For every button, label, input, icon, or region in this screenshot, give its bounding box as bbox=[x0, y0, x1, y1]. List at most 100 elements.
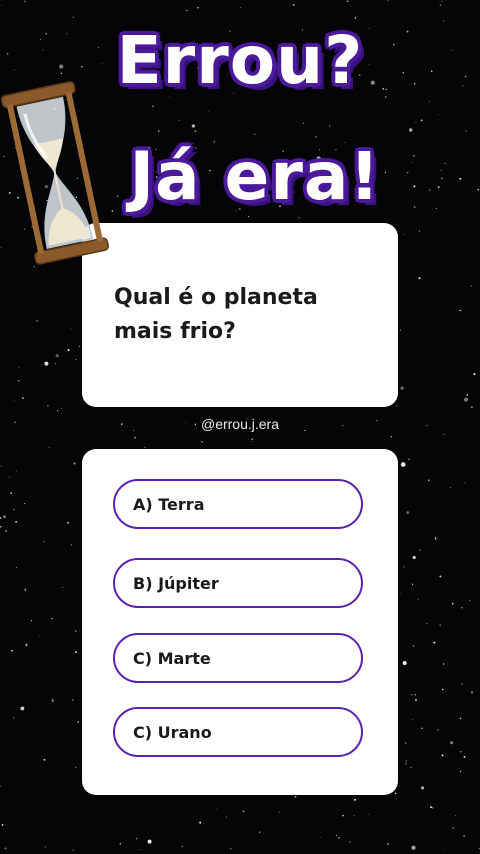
hourglass-icon bbox=[0, 81, 109, 265]
star bbox=[18, 379, 20, 382]
star bbox=[73, 462, 76, 465]
star bbox=[1, 4, 3, 6]
star bbox=[0, 516, 2, 519]
star bbox=[387, 843, 389, 845]
star bbox=[1, 824, 4, 826]
star bbox=[181, 845, 184, 848]
star bbox=[152, 105, 154, 108]
star bbox=[248, 215, 250, 217]
star bbox=[48, 447, 50, 449]
star bbox=[119, 843, 121, 845]
star bbox=[469, 600, 471, 602]
star bbox=[414, 693, 417, 696]
star bbox=[399, 329, 402, 331]
star bbox=[36, 320, 38, 322]
star bbox=[298, 217, 300, 219]
star bbox=[139, 849, 140, 851]
star bbox=[0, 465, 2, 467]
star bbox=[52, 698, 54, 700]
star bbox=[443, 433, 445, 436]
star bbox=[412, 719, 414, 721]
star bbox=[5, 530, 7, 532]
star bbox=[403, 566, 405, 568]
star bbox=[439, 575, 442, 578]
star bbox=[411, 845, 416, 850]
star bbox=[412, 645, 415, 648]
star bbox=[335, 834, 338, 836]
star bbox=[410, 766, 412, 769]
star bbox=[353, 815, 355, 817]
star bbox=[437, 113, 439, 115]
star bbox=[432, 807, 434, 809]
star bbox=[10, 492, 12, 494]
star bbox=[418, 230, 421, 232]
star bbox=[402, 661, 407, 665]
star bbox=[74, 651, 77, 654]
star bbox=[426, 622, 428, 625]
star bbox=[433, 641, 436, 644]
star bbox=[77, 721, 80, 723]
star bbox=[439, 624, 442, 627]
star bbox=[419, 549, 421, 551]
star bbox=[471, 406, 473, 408]
star bbox=[194, 130, 197, 133]
star bbox=[320, 836, 322, 838]
star bbox=[56, 410, 59, 412]
star bbox=[430, 806, 432, 809]
star bbox=[75, 358, 77, 361]
star bbox=[38, 635, 40, 637]
star bbox=[8, 476, 10, 478]
star bbox=[242, 810, 245, 813]
star bbox=[72, 16, 74, 18]
option-b-button[interactable]: B) Júpiter bbox=[113, 558, 363, 608]
star bbox=[451, 602, 454, 605]
star bbox=[387, 0, 390, 1]
star bbox=[460, 606, 463, 609]
star bbox=[51, 700, 54, 702]
star bbox=[471, 691, 473, 694]
star bbox=[15, 470, 17, 472]
star bbox=[4, 847, 7, 850]
star bbox=[62, 586, 64, 588]
star bbox=[459, 770, 462, 773]
option-a-button[interactable]: A) Terra bbox=[113, 479, 363, 529]
star bbox=[454, 814, 456, 816]
star bbox=[186, 9, 188, 12]
star bbox=[465, 130, 467, 132]
star bbox=[11, 649, 13, 652]
star bbox=[20, 706, 25, 711]
star bbox=[201, 441, 203, 443]
star bbox=[342, 814, 344, 817]
star bbox=[47, 405, 49, 407]
star bbox=[441, 0, 443, 2]
star bbox=[43, 758, 46, 761]
answers-card: A) Terra B) Júpiter C) Marte C) Urano bbox=[82, 449, 398, 795]
star bbox=[30, 619, 33, 622]
star bbox=[254, 133, 256, 136]
star bbox=[449, 487, 451, 489]
star bbox=[400, 593, 402, 595]
star bbox=[421, 727, 423, 729]
star bbox=[67, 521, 70, 524]
star bbox=[400, 462, 406, 467]
star bbox=[405, 760, 407, 762]
star bbox=[67, 349, 70, 351]
star bbox=[158, 130, 160, 132]
option-c-button[interactable]: C) Marte bbox=[113, 633, 363, 683]
star bbox=[0, 785, 1, 787]
star bbox=[13, 508, 15, 510]
star bbox=[13, 400, 15, 402]
star bbox=[459, 309, 461, 312]
star bbox=[21, 397, 24, 400]
star bbox=[466, 393, 469, 396]
star bbox=[408, 458, 410, 460]
star bbox=[24, 588, 27, 591]
option-d-button[interactable]: C) Urano bbox=[113, 707, 363, 757]
star bbox=[294, 795, 297, 798]
star bbox=[24, 502, 26, 505]
star bbox=[398, 330, 400, 332]
star bbox=[3, 515, 7, 519]
star bbox=[43, 540, 45, 543]
star bbox=[415, 699, 417, 701]
star bbox=[437, 729, 439, 731]
